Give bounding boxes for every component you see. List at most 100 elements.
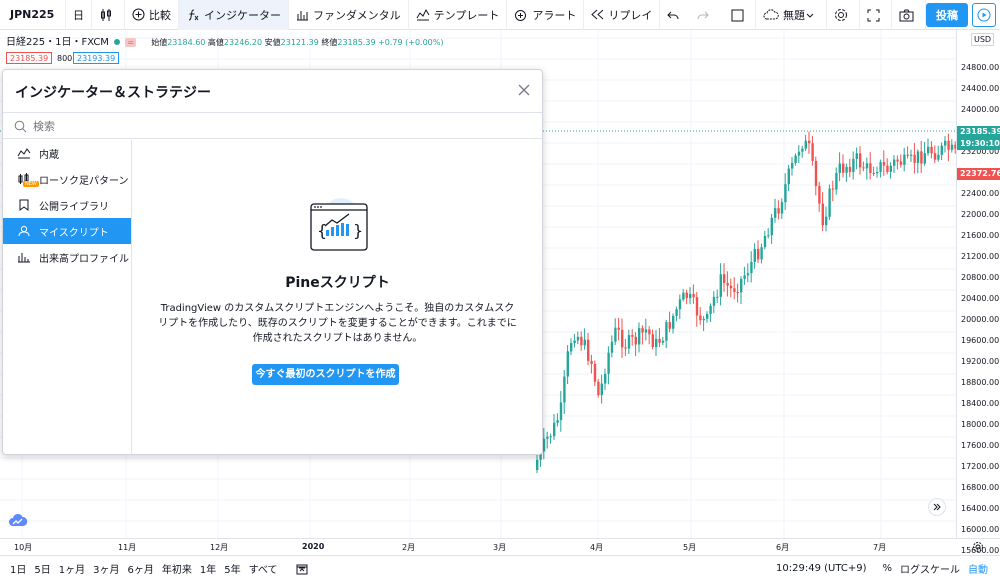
- candle-body: [638, 328, 641, 345]
- range-button[interactable]: 1ヶ月: [55, 561, 89, 576]
- candle-body: [641, 328, 644, 333]
- symbol-search-button[interactable]: JPN225: [0, 0, 66, 30]
- candle-body: [906, 154, 909, 156]
- go-to-date-icon[interactable]: [296, 563, 308, 575]
- candle-body: [753, 248, 756, 262]
- open-label: 始値: [151, 38, 168, 47]
- range-button[interactable]: すべて: [245, 561, 282, 576]
- templates-button[interactable]: テンプレート: [409, 0, 508, 30]
- price-tick-label: 24400.00: [961, 84, 1000, 93]
- scroll-to-realtime-button[interactable]: [928, 498, 946, 516]
- candle-body: [927, 146, 930, 154]
- tradingview-logo[interactable]: [8, 513, 28, 529]
- candle-body: [780, 202, 784, 214]
- candle-body: [794, 155, 797, 164]
- chart-type-button[interactable]: [92, 0, 125, 30]
- compare-button[interactable]: 比較: [125, 0, 179, 30]
- create-script-button[interactable]: 今すぐ最初のスクリプトを作成: [252, 364, 399, 385]
- sidebar-item-candle-patterns[interactable]: NEW ローソク足パターン: [3, 166, 131, 192]
- candle-body: [940, 145, 943, 155]
- candle-body: [553, 422, 556, 437]
- candlestick-icon: [101, 8, 111, 21]
- candle-body: [774, 208, 777, 218]
- close-icon[interactable]: [518, 84, 530, 96]
- square-icon: [731, 9, 744, 21]
- play-button[interactable]: [972, 3, 996, 27]
- sidebar-item-public-library[interactable]: 公開ライブラリ: [3, 192, 131, 218]
- dialog-content: { } Pineスクリプト TradingView のカスタムスクリプトエンジン…: [133, 140, 542, 454]
- layout-name: 無題: [783, 9, 805, 22]
- candle-body: [821, 203, 824, 226]
- candle-body: [893, 159, 896, 166]
- candle-body: [549, 436, 552, 438]
- range-button[interactable]: 1年: [196, 561, 220, 576]
- snapshot-button[interactable]: [892, 0, 926, 30]
- candle-body: [576, 336, 580, 341]
- price-tick-label: 18800.00: [961, 378, 1000, 387]
- range-button[interactable]: 5年: [220, 561, 244, 576]
- range-button[interactable]: 6ヶ月: [124, 561, 158, 576]
- auto-scale-toggle[interactable]: 自動: [964, 561, 992, 576]
- range-button[interactable]: 1日: [6, 561, 30, 576]
- layout-name-button[interactable]: 無題: [756, 0, 827, 30]
- rewind-icon: [591, 9, 604, 20]
- replay-button[interactable]: リプレイ: [584, 0, 661, 30]
- candle-body: [736, 291, 739, 293]
- candle-body: [848, 166, 852, 172]
- range-button[interactable]: 5日: [30, 561, 54, 576]
- cloud-logo-icon: [9, 513, 28, 526]
- price-tick-label: 20400.00: [961, 294, 1000, 303]
- candle-body: [723, 274, 726, 283]
- sidebar-item-volume-profile[interactable]: 出来高プロファイル: [3, 244, 131, 270]
- publish-button[interactable]: 投稿: [926, 3, 968, 27]
- candle-body: [702, 318, 705, 321]
- new-badge: NEW: [23, 181, 39, 187]
- settings-button[interactable]: [827, 0, 860, 30]
- candle-body: [706, 313, 709, 319]
- candle-body: [740, 278, 743, 293]
- candle-body: [617, 327, 620, 330]
- alert-button[interactable]: アラート: [507, 0, 585, 30]
- candle-body: [797, 151, 801, 156]
- indicators-button[interactable]: インジケーター: [179, 0, 289, 30]
- candle-body: [658, 338, 661, 343]
- price-tick-label: 16000.00: [961, 525, 1000, 534]
- percent-toggle[interactable]: %: [878, 563, 896, 574]
- redo-button[interactable]: [690, 0, 720, 30]
- price-tick-label: 24000.00: [961, 105, 1000, 114]
- candle-body: [770, 217, 773, 236]
- fullscreen-button[interactable]: [860, 0, 892, 30]
- undo-button[interactable]: [660, 0, 690, 30]
- time-tick-label: 4月: [590, 543, 604, 552]
- legend-ohlc: 始値23184.60 高値23246.20 安値23121.39 終値23185…: [151, 38, 443, 47]
- price-axis[interactable]: USD 24800.0024400.0024000.0023600.002320…: [956, 30, 1000, 555]
- price-tick-label: 20000.00: [961, 315, 1000, 324]
- sidebar-item-builtin[interactable]: 内蔵: [3, 140, 131, 166]
- candle-body: [879, 162, 882, 172]
- candle-body: [593, 363, 597, 382]
- search-input[interactable]: [31, 117, 511, 135]
- buy-price-box[interactable]: 23193.39: [73, 52, 120, 64]
- indicators-label: インジケーター: [204, 8, 281, 22]
- interval-button[interactable]: 日: [66, 0, 92, 30]
- market-status-icon: [114, 39, 121, 45]
- time-axis[interactable]: 10月 11月 12月 2020 2月 3月 4月 5月 6月 7月: [0, 538, 1000, 555]
- candle-body: [699, 315, 702, 321]
- price-tick-label: 16800.00: [961, 483, 1000, 492]
- range-button[interactable]: 3ヶ月: [89, 561, 123, 576]
- sell-price-box[interactable]: 23185.39: [6, 52, 53, 64]
- sidebar-item-my-scripts[interactable]: マイスクリプト: [3, 218, 131, 244]
- pine-title: Pineスクリプト: [285, 275, 390, 291]
- price-tick-label: 21600.00: [961, 231, 1000, 240]
- fundamentals-button[interactable]: ファンダメンタル: [289, 0, 409, 30]
- select-layout-button[interactable]: [724, 0, 756, 30]
- candle-body: [763, 235, 767, 248]
- clock-time[interactable]: 10:29:49 (UTC+9): [772, 563, 870, 574]
- range-button[interactable]: 年初来: [158, 561, 196, 576]
- log-scale-toggle[interactable]: ログスケール: [896, 561, 964, 576]
- high-label: 高値: [207, 38, 224, 47]
- axis-settings-gear-icon[interactable]: [972, 541, 984, 553]
- candle-body: [556, 420, 559, 423]
- compare-label: 比較: [149, 8, 171, 22]
- candle-body: [668, 322, 671, 329]
